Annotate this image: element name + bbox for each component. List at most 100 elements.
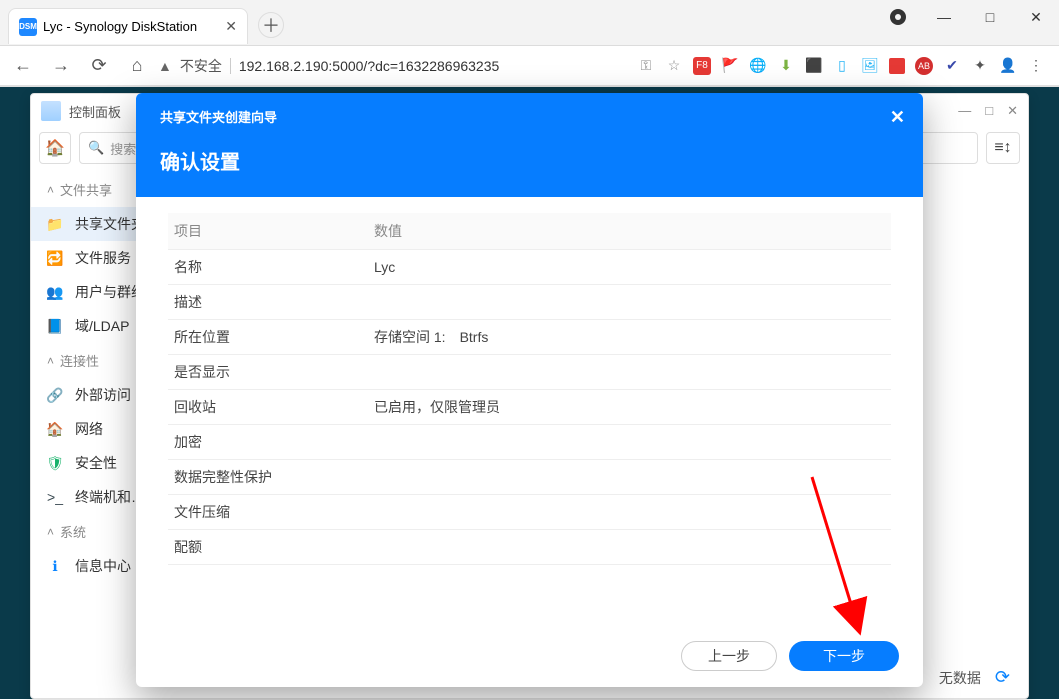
favicon: DSM — [19, 18, 37, 36]
ext-icon-abp[interactable]: AB — [915, 57, 933, 75]
sidebar-item-icon: 👥 — [45, 282, 65, 302]
sidebar-item[interactable]: 📁共享文件夹 — [31, 207, 139, 241]
row-value: 已启用，仅限管理员 — [368, 390, 891, 425]
control-panel-icon — [41, 101, 61, 121]
sidebar-section-label: 系统 — [60, 522, 86, 541]
chevron-icon: ˄ — [47, 183, 54, 197]
extension-icons: ⚿ ☆ F8 🚩 🌐 ⬇ ⬛ ▯ 🖼 AB ✔ ✦ 👤 ⋮ — [637, 57, 1053, 75]
table-row: 所在位置存储空间 1: Btrfs — [168, 320, 891, 355]
url-divider — [230, 58, 231, 74]
sidebar-item-label: 网络 — [75, 419, 103, 439]
ext-icon-red[interactable]: F8 — [693, 57, 711, 75]
wizard-header: 共享文件夹创建向导 确认设置 ✕ — [136, 93, 923, 197]
sidebar-item[interactable]: 🛡安全性 — [31, 446, 139, 480]
wizard-close-button[interactable]: ✕ — [890, 107, 905, 128]
sidebar-item-icon: >_ — [45, 487, 65, 507]
back-button[interactable]: ← — [6, 49, 40, 83]
row-value — [368, 355, 891, 390]
sidebar-item-icon: 🔁 — [45, 248, 65, 268]
cp-search-placeholder: 搜索 — [110, 139, 136, 158]
row-key: 配额 — [168, 530, 368, 565]
insecure-label: 不安全 — [180, 56, 222, 76]
row-key: 加密 — [168, 425, 368, 460]
sidebar-item[interactable]: 📘域/LDAP — [31, 309, 139, 343]
ext-icon-pic[interactable]: 🖼 — [861, 57, 879, 75]
key-icon[interactable]: ⚿ — [637, 57, 655, 75]
sidebar-section-header[interactable]: ˄ 文件共享 — [31, 172, 139, 207]
next-button[interactable]: 下一步 — [789, 641, 899, 671]
sidebar-item[interactable]: ℹ信息中心 — [31, 549, 139, 583]
browser-toolbar: ← → ⟳ ⌂ ▲ 不安全 192.168.2.190:5000/?dc=163… — [0, 46, 1059, 86]
ext-icon-bird[interactable]: ✔ — [943, 57, 961, 75]
cp-sidebar: ˄ 文件共享 📁共享文件夹🔁文件服务 👥 用户与群组 📘域/LDAP˄连接性🔗外部访问 🏠 网… — [31, 168, 139, 583]
window-maximize-button[interactable]: □ — [967, 0, 1013, 34]
browser-menu-icon[interactable]: ⋮ — [1027, 57, 1045, 75]
cp-close-button[interactable]: ✕ — [1007, 103, 1018, 119]
ext-icon-downloader[interactable]: ⬇ — [777, 57, 795, 75]
settings-table: 项目 数值 名称Lyc描述所在位置存储空间 1: Btrfs是否显示回收站已启用… — [168, 213, 891, 565]
sidebar-item[interactable]: >_终端机和… — [31, 480, 139, 514]
table-row: 名称Lyc — [168, 250, 891, 285]
sidebar-item-label: 共享文件夹 — [75, 214, 139, 234]
chevron-icon: ˄ — [47, 354, 54, 368]
row-key: 是否显示 — [168, 355, 368, 390]
ext-icon-dark[interactable]: ⬛ — [805, 57, 823, 75]
row-value — [368, 495, 891, 530]
address-bar[interactable]: ▲ 不安全 192.168.2.190:5000/?dc=16322869632… — [158, 51, 499, 81]
cp-maximize-button[interactable]: □ — [985, 103, 993, 119]
window-controls: — □ ✕ — [875, 0, 1059, 34]
ext-icon-flag[interactable]: 🚩 — [721, 57, 739, 75]
row-key: 回收站 — [168, 390, 368, 425]
cp-minimize-button[interactable]: — — [958, 103, 971, 119]
sidebar-section-label: 文件共享 — [60, 180, 112, 199]
profile-icon[interactable]: 👤 — [999, 57, 1017, 75]
col-header-value: 数值 — [368, 213, 891, 250]
sidebar-item[interactable]: 👥 用户与群组 — [31, 275, 139, 309]
table-row: 加密 — [168, 425, 891, 460]
row-value — [368, 460, 891, 495]
tab-title: Lyc - Synology DiskStation — [43, 19, 197, 34]
tab-close-icon[interactable]: ✕ — [225, 18, 237, 35]
row-value — [368, 285, 891, 320]
cp-view-toggle-button[interactable]: ≡↕ — [986, 132, 1020, 164]
sidebar-item-icon: 🔗 — [45, 385, 65, 405]
row-key: 描述 — [168, 285, 368, 320]
sidebar-section-header[interactable]: ˄系统 — [31, 514, 139, 549]
ext-icon-lightblue[interactable]: ▯ — [833, 57, 851, 75]
extensions-menu-icon[interactable]: ✦ — [971, 57, 989, 75]
ext-icon-globe[interactable]: 🌐 — [749, 57, 767, 75]
wizard-body: 项目 数值 名称Lyc描述所在位置存储空间 1: Btrfs是否显示回收站已启用… — [136, 197, 923, 629]
insecure-warning-icon: ▲ — [158, 58, 172, 74]
window-minimize-button[interactable]: — — [921, 0, 967, 34]
forward-button[interactable]: → — [44, 49, 78, 83]
sidebar-item-label: 域/LDAP — [75, 316, 129, 336]
ext-icon-redsq[interactable] — [889, 58, 905, 74]
sidebar-item-icon: 🛡 — [45, 453, 65, 473]
row-value — [368, 425, 891, 460]
table-row: 文件压缩 — [168, 495, 891, 530]
url-text: 192.168.2.190:5000/?dc=1632286963235 — [239, 58, 499, 74]
sidebar-item[interactable]: 🔁文件服务 — [31, 241, 139, 275]
window-close-button[interactable]: ✕ — [1013, 0, 1059, 34]
cp-home-button[interactable]: 🏠 — [39, 132, 71, 164]
bookmark-star-icon[interactable]: ☆ — [665, 57, 683, 75]
home-button[interactable]: ⌂ — [120, 49, 154, 83]
sidebar-item-label: 用户与群组 — [75, 282, 139, 302]
new-tab-button[interactable]: ＋ — [258, 12, 284, 38]
table-row: 是否显示 — [168, 355, 891, 390]
prev-button[interactable]: 上一步 — [681, 641, 777, 671]
sidebar-item[interactable]: 🔗外部访问 — [31, 378, 139, 412]
table-row: 回收站已启用，仅限管理员 — [168, 390, 891, 425]
sidebar-item-icon: 🏠 — [45, 419, 65, 439]
wizard-dialog: 共享文件夹创建向导 确认设置 ✕ 项目 数值 名称Lyc描述所在位置存储空间 1… — [136, 93, 923, 687]
page-viewport: 控制面板 — □ ✕ 🏠 🔍 搜索 ≡↕ ˄文件共享📁共享文件夹🔁文件服务👥用户… — [0, 86, 1059, 699]
cp-refresh-button[interactable]: ⟳ — [995, 667, 1010, 688]
col-header-key: 项目 — [168, 213, 368, 250]
row-value — [368, 530, 891, 565]
reload-button[interactable]: ⟳ — [82, 49, 116, 83]
table-row: 配额 — [168, 530, 891, 565]
sidebar-item[interactable]: 🏠 网络 — [31, 412, 139, 446]
sidebar-section-header[interactable]: ˄连接性 — [31, 343, 139, 378]
browser-tab[interactable]: DSM Lyc - Synology DiskStation ✕ — [8, 8, 248, 44]
search-icon: 🔍 — [88, 140, 104, 156]
